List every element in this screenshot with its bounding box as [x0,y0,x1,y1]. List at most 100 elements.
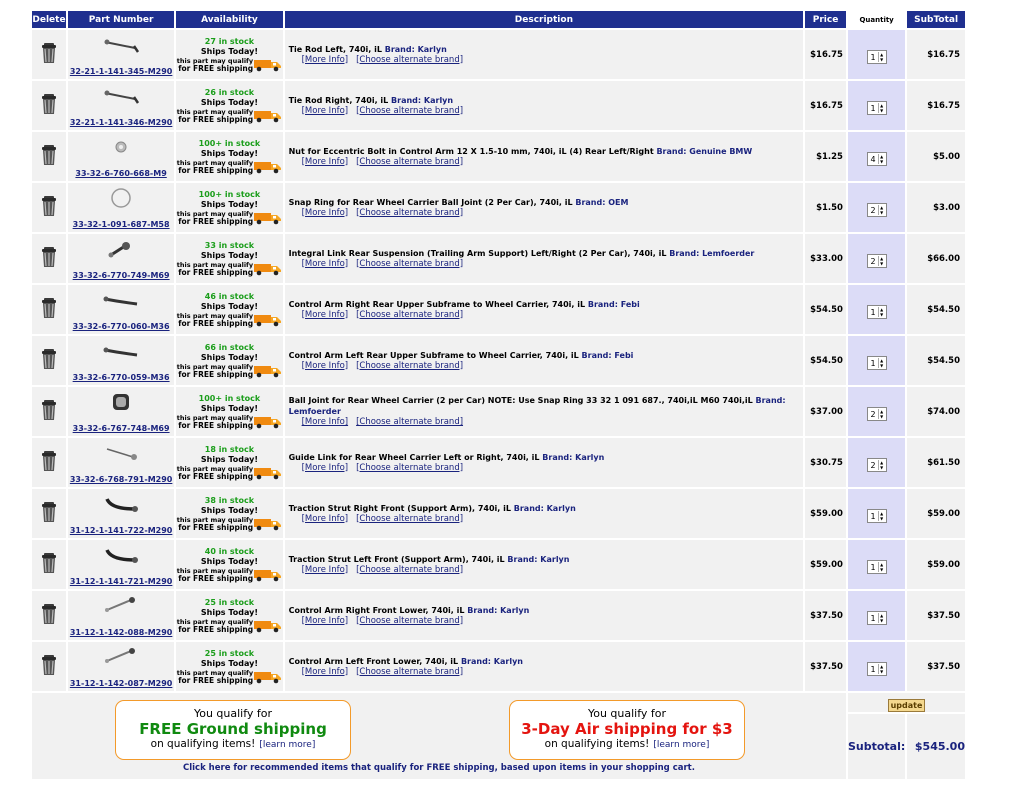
item-brand[interactable]: Brand: OEM [575,198,628,207]
more-info-link[interactable]: [More Info] [302,259,349,269]
quantity-stepper[interactable]: 1 ▲ ▼ [866,662,887,677]
quantity-stepper[interactable]: 1 ▲ ▼ [866,356,887,371]
quantity-value[interactable]: 2 [869,410,878,419]
more-info-link[interactable]: [More Info] [302,55,349,65]
trash-can-icon[interactable] [41,348,57,370]
trash-can-icon[interactable] [41,246,57,268]
update-button[interactable]: update [887,699,926,712]
part-number-link[interactable]: 31-12-1-142-087-M290 [70,679,173,688]
part-number-link[interactable]: 32-21-1-141-346-M290 [70,118,173,127]
choose-alternate-brand-link[interactable]: [Choose alternate brand] [356,55,463,65]
more-info-link[interactable]: [More Info] [302,463,349,473]
quantity-value[interactable]: 2 [869,206,878,215]
part-thumbnail[interactable] [101,136,141,158]
spin-arrows-icon[interactable]: ▲ ▼ [877,511,885,522]
more-info-link[interactable]: [More Info] [302,514,349,524]
item-brand[interactable]: Brand: Genuine BMW [656,147,752,156]
trash-can-icon[interactable] [41,399,57,421]
learn-more-air-link[interactable]: [learn more] [653,740,709,750]
trash-can-icon[interactable] [41,297,57,319]
item-brand[interactable]: Brand: Karlyn [467,606,529,615]
more-info-link[interactable]: [More Info] [302,361,349,371]
spin-arrows-icon[interactable]: ▲ ▼ [877,154,885,165]
choose-alternate-brand-link[interactable]: [Choose alternate brand] [356,361,463,371]
part-number-link[interactable]: 32-21-1-141-345-M290 [70,67,173,76]
quantity-value[interactable]: 4 [869,155,878,164]
choose-alternate-brand-link[interactable]: [Choose alternate brand] [356,514,463,524]
spin-arrows-icon[interactable]: ▲ ▼ [877,307,885,318]
item-brand[interactable]: Brand: Karlyn [514,504,576,513]
quantity-value[interactable]: 1 [869,665,878,674]
spin-arrows-icon[interactable]: ▲ ▼ [877,613,885,624]
quantity-stepper[interactable]: 1 ▲ ▼ [866,305,887,320]
trash-can-icon[interactable] [41,501,57,523]
spin-arrows-icon[interactable]: ▲ ▼ [877,205,885,216]
quantity-stepper[interactable]: 2 ▲ ▼ [866,407,887,422]
quantity-stepper[interactable]: 1 ▲ ▼ [866,50,887,65]
quantity-stepper[interactable]: 1 ▲ ▼ [866,560,887,575]
more-info-link[interactable]: [More Info] [302,616,349,626]
quantity-value[interactable]: 1 [869,308,878,317]
quantity-value[interactable]: 2 [869,257,878,266]
quantity-value[interactable]: 2 [869,461,878,470]
part-number-link[interactable]: 31-12-1-141-722-M290 [70,526,173,535]
quantity-stepper[interactable]: 2 ▲ ▼ [866,203,887,218]
part-thumbnail[interactable] [101,340,141,362]
more-info-link[interactable]: [More Info] [302,106,349,116]
more-info-link[interactable]: [More Info] [302,208,349,218]
part-number-link[interactable]: 31-12-1-142-088-M290 [70,628,173,637]
recommended-items-link[interactable]: Click here for recommended items that qu… [32,763,846,773]
choose-alternate-brand-link[interactable]: [Choose alternate brand] [356,616,463,626]
more-info-link[interactable]: [More Info] [302,157,349,167]
choose-alternate-brand-link[interactable]: [Choose alternate brand] [356,565,463,575]
part-thumbnail[interactable] [101,238,141,260]
part-number-link[interactable]: 33-32-6-770-749-M69 [73,271,170,280]
trash-can-icon[interactable] [41,42,57,64]
quantity-value[interactable]: 1 [869,614,878,623]
quantity-value[interactable]: 1 [869,104,878,113]
item-brand[interactable]: Brand: Karlyn [385,45,447,54]
spin-arrows-icon[interactable]: ▲ ▼ [877,409,885,420]
quantity-stepper[interactable]: 1 ▲ ▼ [866,509,887,524]
choose-alternate-brand-link[interactable]: [Choose alternate brand] [356,157,463,167]
choose-alternate-brand-link[interactable]: [Choose alternate brand] [356,667,463,677]
trash-can-icon[interactable] [41,144,57,166]
part-thumbnail[interactable] [101,646,141,668]
more-info-link[interactable]: [More Info] [302,417,349,427]
quantity-value[interactable]: 1 [869,359,878,368]
trash-can-icon[interactable] [41,195,57,217]
part-number-link[interactable]: 33-32-1-091-687-M58 [73,220,170,229]
spin-arrows-icon[interactable]: ▲ ▼ [877,103,885,114]
spin-arrows-icon[interactable]: ▲ ▼ [877,562,885,573]
quantity-value[interactable]: 1 [869,53,878,62]
more-info-link[interactable]: [More Info] [302,310,349,320]
spin-arrows-icon[interactable]: ▲ ▼ [877,358,885,369]
part-thumbnail[interactable] [101,34,141,56]
quantity-stepper[interactable]: 2 ▲ ▼ [866,254,887,269]
part-thumbnail[interactable] [101,391,141,413]
part-number-link[interactable]: 33-32-6-770-059-M36 [73,373,170,382]
part-thumbnail[interactable] [101,544,141,566]
part-number-link[interactable]: 33-32-6-768-791-M290 [70,475,173,484]
trash-can-icon[interactable] [41,450,57,472]
part-thumbnail[interactable] [101,493,141,515]
choose-alternate-brand-link[interactable]: [Choose alternate brand] [356,106,463,116]
part-thumbnail[interactable] [101,85,141,107]
part-number-link[interactable]: 33-32-6-770-060-M36 [73,322,170,331]
part-number-link[interactable]: 33-32-6-760-668-M9 [75,169,166,178]
quantity-stepper[interactable]: 1 ▲ ▼ [866,101,887,116]
choose-alternate-brand-link[interactable]: [Choose alternate brand] [356,208,463,218]
trash-can-icon[interactable] [41,552,57,574]
item-brand[interactable]: Brand: Febi [582,351,634,360]
part-number-link[interactable]: 31-12-1-141-721-M290 [70,577,173,586]
quantity-stepper[interactable]: 4 ▲ ▼ [866,152,887,167]
trash-can-icon[interactable] [41,654,57,676]
item-brand[interactable]: Brand: Lemfoerder [669,249,754,258]
item-brand[interactable]: Brand: Karlyn [542,453,604,462]
part-thumbnail[interactable] [101,289,141,311]
trash-can-icon[interactable] [41,93,57,115]
quantity-value[interactable]: 1 [869,512,878,521]
part-number-link[interactable]: 33-32-6-767-748-M69 [73,424,170,433]
part-thumbnail[interactable] [101,595,141,617]
item-brand[interactable]: Brand: Karlyn [507,555,569,564]
